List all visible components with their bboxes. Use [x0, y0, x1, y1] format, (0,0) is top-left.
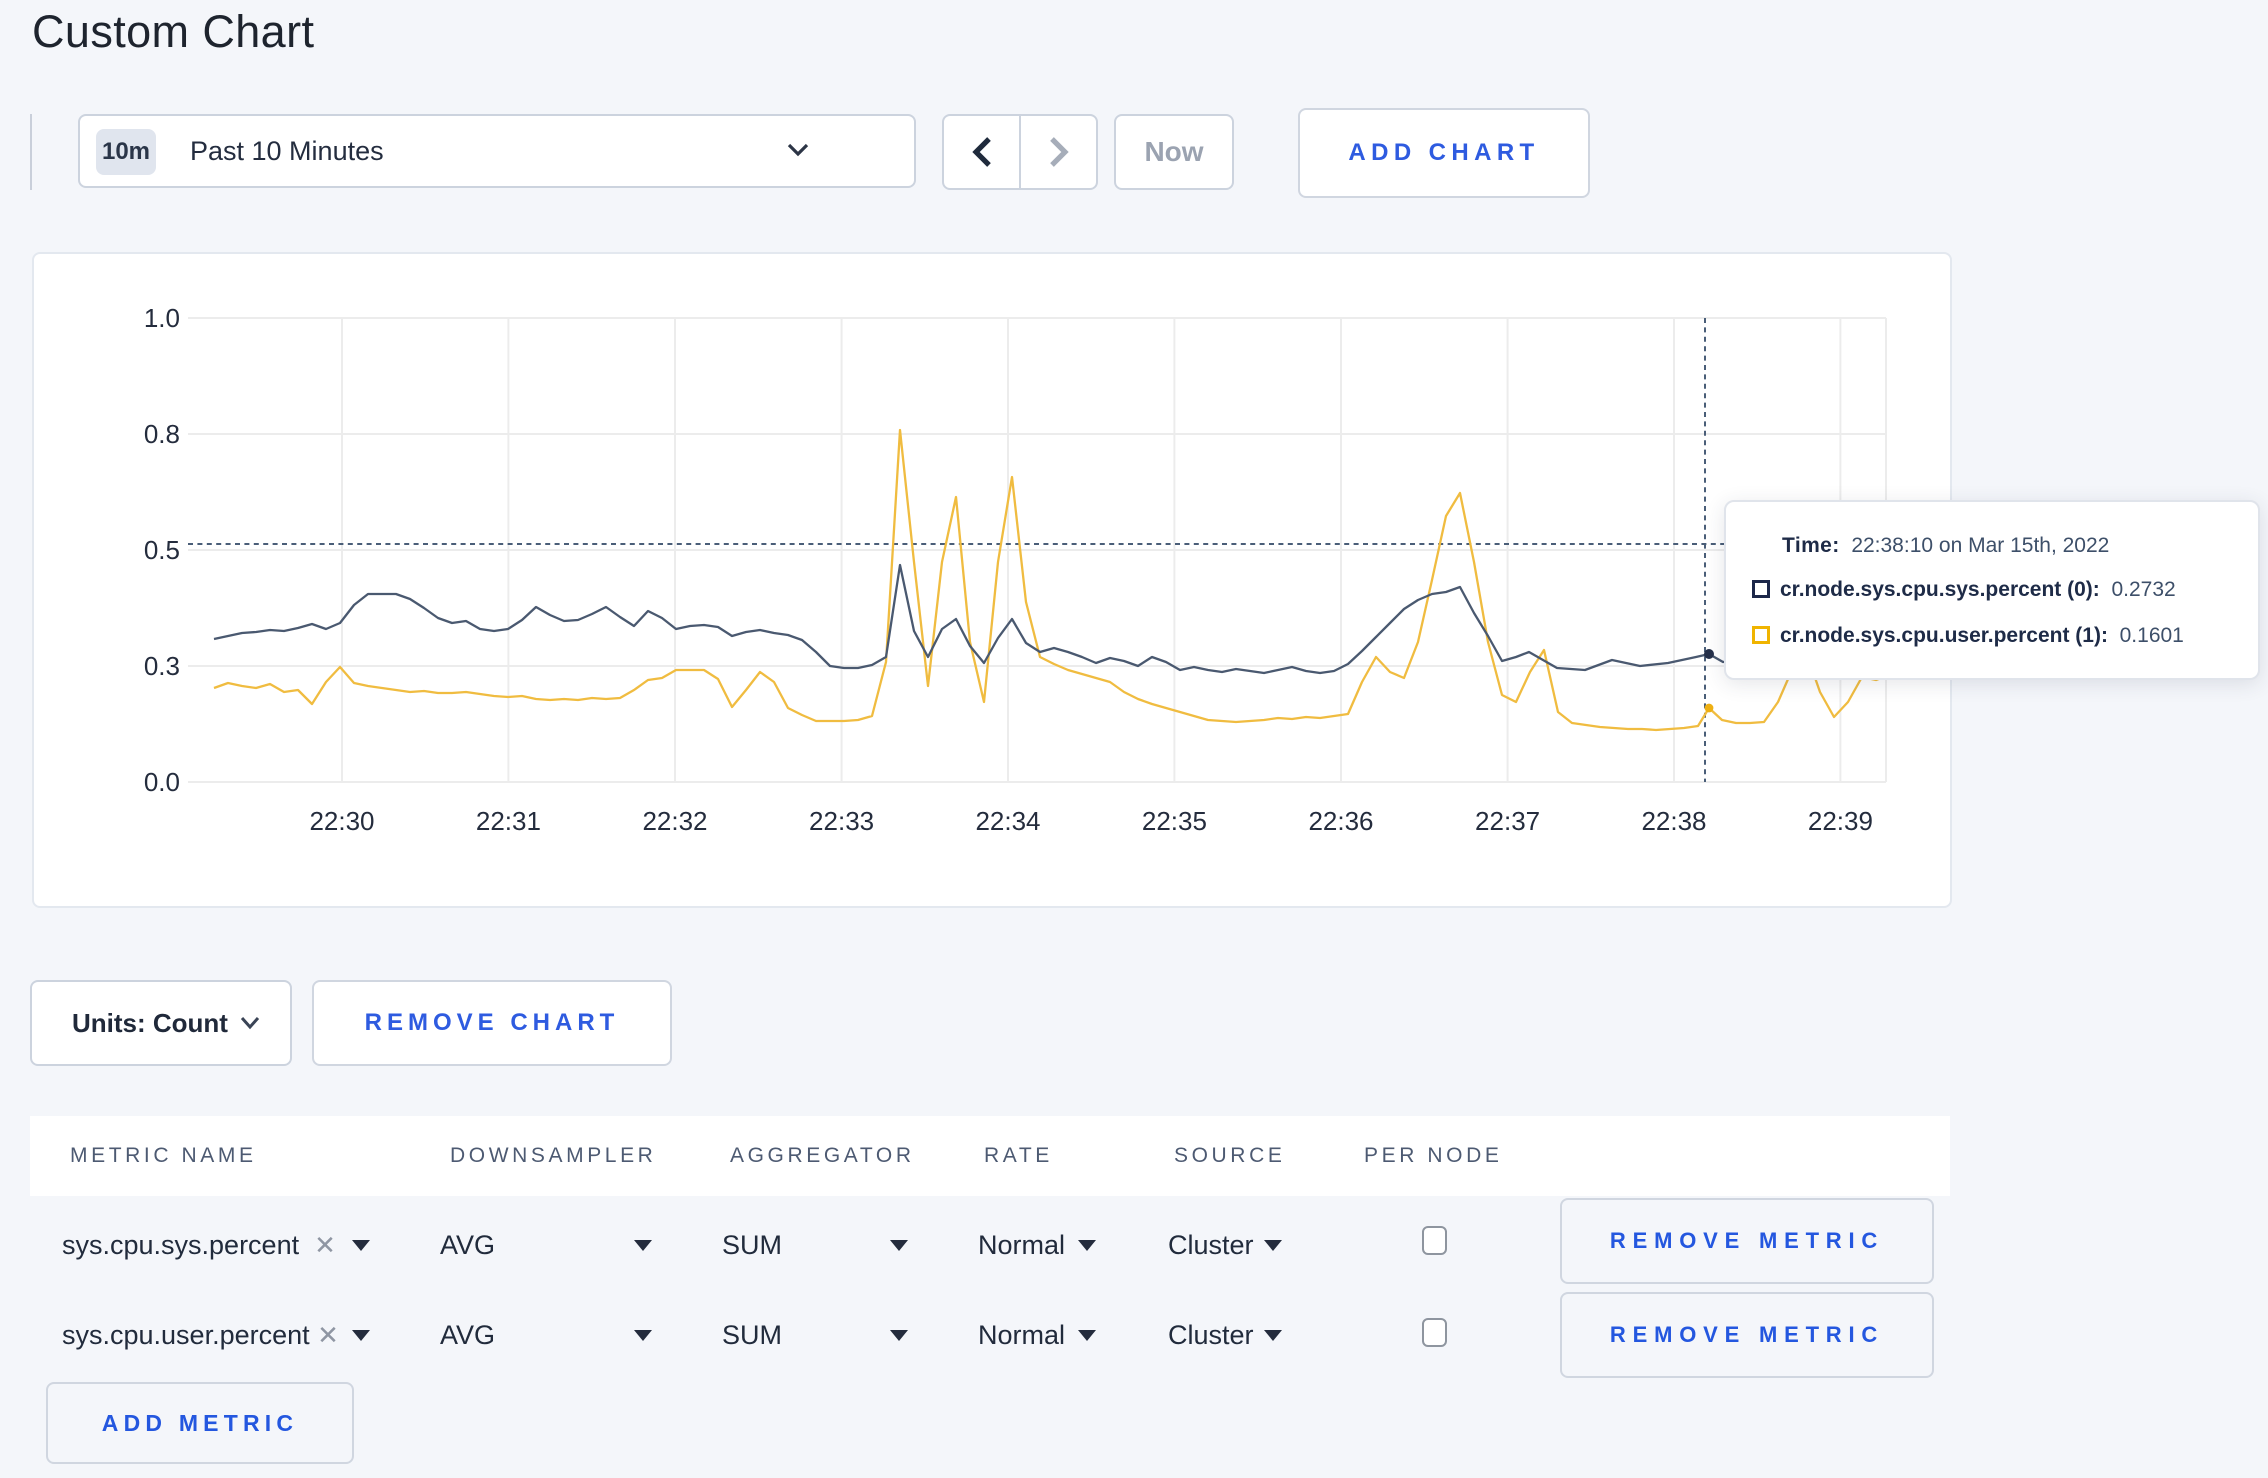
svg-text:22:34: 22:34: [975, 806, 1040, 836]
svg-text:22:33: 22:33: [809, 806, 874, 836]
svg-text:22:38: 22:38: [1641, 806, 1706, 836]
svg-text:1.0: 1.0: [144, 303, 180, 333]
svg-text:0.0: 0.0: [144, 767, 180, 797]
svg-text:0.8: 0.8: [144, 419, 180, 449]
svg-text:22:32: 22:32: [642, 806, 707, 836]
svg-text:0.5: 0.5: [144, 535, 180, 565]
svg-text:22:37: 22:37: [1475, 806, 1540, 836]
svg-text:22:30: 22:30: [309, 806, 374, 836]
svg-text:0.3: 0.3: [144, 651, 180, 681]
svg-text:22:35: 22:35: [1142, 806, 1207, 836]
svg-text:22:39: 22:39: [1808, 806, 1873, 836]
svg-text:22:31: 22:31: [476, 806, 541, 836]
svg-text:22:36: 22:36: [1308, 806, 1373, 836]
